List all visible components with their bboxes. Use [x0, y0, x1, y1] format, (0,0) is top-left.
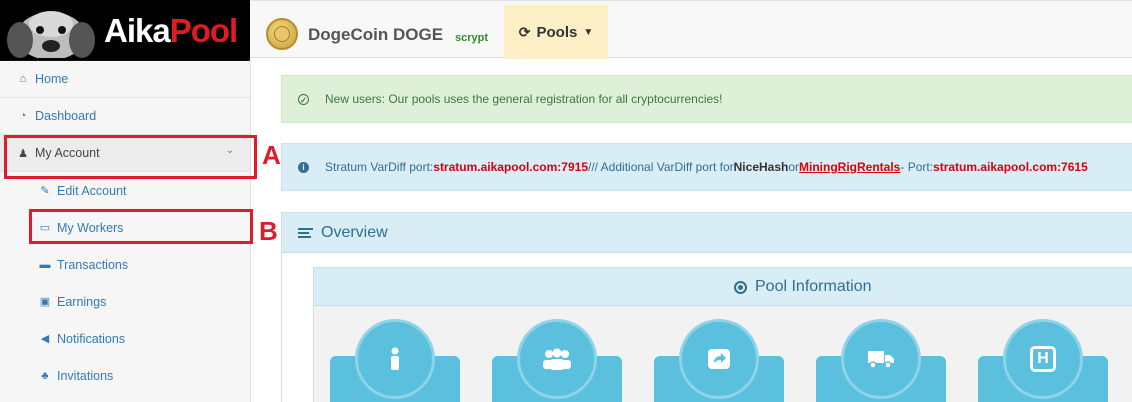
money-icon: ▣	[39, 296, 51, 308]
registration-alert: ✓ New users: Our pools uses the general …	[281, 75, 1132, 123]
sidebar-item-earnings[interactable]: ▣ Earnings	[0, 283, 250, 320]
sidebar-item-label: Dashboard	[35, 109, 97, 123]
caret-down-icon: ▼	[583, 26, 594, 38]
miningrigrentals-link[interactable]: MiningRigRentals	[799, 160, 900, 174]
sidebar-item-label: Notifications	[57, 331, 126, 346]
sidebar-item-label: Earnings	[57, 294, 107, 309]
sidebar-item-label: Home	[35, 72, 69, 86]
check-circle-icon: ✓	[298, 93, 309, 105]
credit-card-icon: ▬	[39, 258, 51, 271]
pools-dropdown-button[interactable]: ⟳ Pools ▼	[504, 5, 608, 59]
stratum-port-1: stratum.aikapool.com:7915	[433, 160, 588, 174]
registration-alert-text: New users: Our pools uses the general re…	[325, 92, 723, 106]
logo-wordmark: AikaPool	[104, 12, 238, 50]
hospital-glyph: H	[1030, 346, 1056, 372]
hospital-icon: H	[1003, 319, 1083, 399]
share-icon	[679, 319, 759, 399]
stratum-port-2: stratum.aikapool.com:7615	[933, 160, 1088, 174]
logo-word-aika: Aika	[104, 12, 171, 49]
edit-icon: ✎	[40, 185, 50, 197]
refresh-icon: ⟳	[518, 23, 531, 40]
sidebar-item-label: Invitations	[57, 368, 114, 383]
dog-logo-icon	[7, 11, 95, 58]
home-icon: ⌂	[19, 73, 27, 85]
sidebar-item-home[interactable]: ⌂ Home	[0, 61, 250, 98]
top-navbar: DogeCoin DOGE scrypt ⟳ Pools ▼	[250, 0, 1132, 59]
sidebar-item-notifications[interactable]: ◀ Notifications	[0, 320, 250, 357]
bullhorn-icon: ◀	[40, 333, 50, 345]
annotation-box-b	[29, 209, 253, 244]
person-icon	[355, 319, 435, 399]
overview-title: Overview	[321, 223, 388, 241]
annotation-label-a: A	[262, 140, 281, 170]
coin-algorithm: scrypt	[455, 32, 489, 44]
dot-circle-icon	[734, 280, 747, 294]
dogecoin-icon	[266, 18, 298, 50]
pool-information-header: Pool Information	[314, 268, 1132, 306]
stratum-text-2: /// Additional VarDiff port for	[588, 160, 734, 174]
pool-information-title-wrap: Pool Information	[734, 278, 872, 296]
sidebar-item-label: Edit Account	[57, 183, 127, 198]
users-icon: ♣	[41, 369, 49, 382]
coin-name[interactable]: DogeCoin DOGE	[308, 25, 443, 45]
sidebar-item-transactions[interactable]: ▬ Transactions	[0, 246, 250, 283]
sidebar-item-invitations[interactable]: ♣ Invitations	[0, 357, 250, 394]
align-left-icon	[298, 226, 313, 240]
dashboard-icon: ◔	[19, 110, 27, 122]
stratum-text-1: Stratum VarDiff port:	[325, 160, 434, 174]
stratum-info-alert: i Stratum VarDiff port: stratum.aikapool…	[281, 143, 1132, 191]
annotation-label-b: B	[259, 216, 278, 246]
pool-information-panel: Pool Information H	[313, 267, 1132, 402]
annotation-box-a	[4, 135, 257, 179]
info-circle-icon: i	[298, 161, 309, 173]
site-logo[interactable]: AikaPool	[0, 0, 250, 61]
overview-panel: Overview Pool Information H	[281, 212, 1132, 402]
nicehash-name: NiceHash	[733, 160, 789, 174]
stratum-text-4: - Port:	[900, 160, 934, 174]
pools-label: Pools	[536, 23, 578, 41]
truck-icon	[841, 319, 921, 399]
stratum-text-3: or	[788, 160, 800, 174]
sidebar-item-label: Transactions	[57, 257, 129, 272]
overview-header: Overview	[282, 213, 1132, 253]
pool-information-title: Pool Information	[755, 278, 872, 295]
group-icon	[517, 319, 597, 399]
logo-word-pool: Pool	[169, 12, 238, 49]
sidebar-item-dashboard[interactable]: ◔ Dashboard	[0, 98, 250, 135]
